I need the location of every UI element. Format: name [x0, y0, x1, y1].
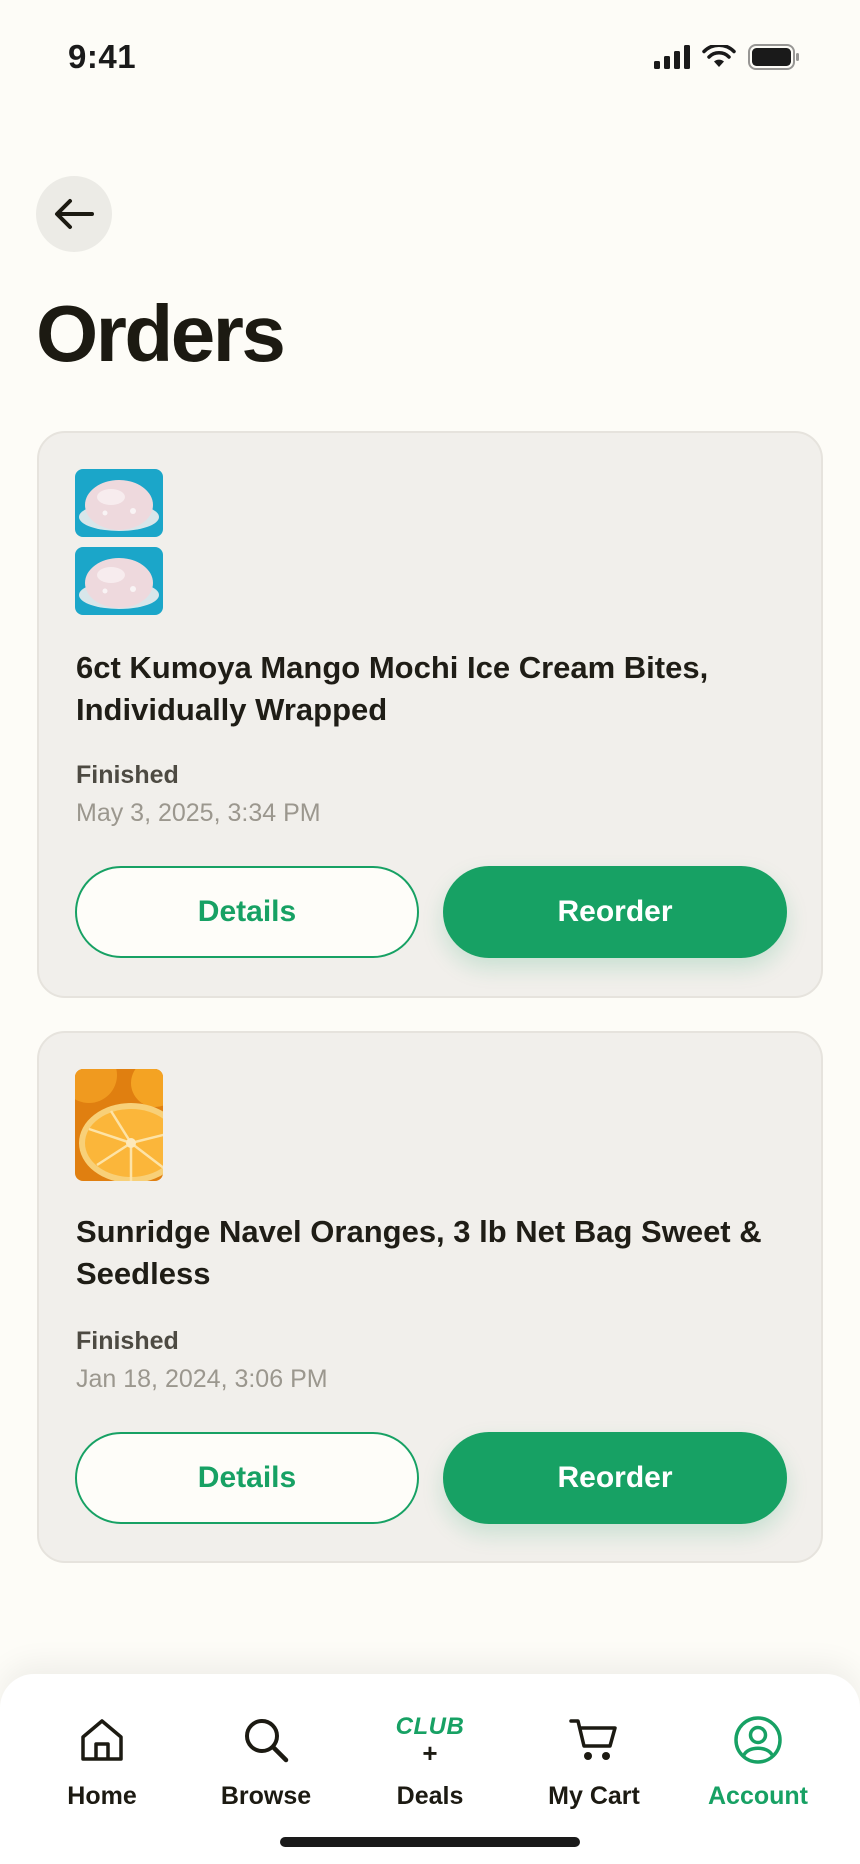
tab-deals[interactable]: CLUB + Deals — [350, 1710, 510, 1820]
order-card: Sunridge Navel Oranges, 3 lb Net Bag Swe… — [37, 1031, 823, 1563]
item-title: 6ct Kumoya Mango Mochi Ice Cream Bites, … — [76, 650, 709, 727]
home-indicator — [280, 1837, 580, 1847]
wifi-icon — [702, 45, 736, 67]
account-icon — [734, 1716, 782, 1764]
tab-account[interactable]: Account — [678, 1710, 838, 1820]
tab-label: Account — [708, 1782, 808, 1810]
status-bar: 9:41 — [0, 0, 860, 120]
tab-cart[interactable]: My Cart — [514, 1710, 674, 1820]
order-card: 6ct Kumoya Mango Mochi Ice Cream Bites, … — [37, 431, 823, 998]
status-time: 9:41 — [68, 38, 137, 75]
status-icons — [654, 44, 800, 70]
tab-label: Home — [67, 1782, 137, 1810]
details-button[interactable]: Details — [75, 866, 419, 958]
product-thumbnail[interactable] — [75, 547, 163, 615]
cellular-signal-icon — [654, 45, 690, 69]
back-button[interactable] — [36, 176, 112, 252]
search-icon — [245, 1719, 289, 1763]
tab-home[interactable]: Home — [22, 1710, 182, 1820]
order-status: Finished — [76, 761, 179, 789]
cart-icon — [569, 1719, 617, 1760]
product-thumbnail[interactable] — [75, 1069, 163, 1181]
battery-icon — [748, 44, 799, 70]
order-date: Jan 18, 2024, 3:06 PM — [76, 1365, 328, 1393]
item-title: Sunridge Navel Oranges, 3 lb Net Bag Swe… — [76, 1214, 762, 1291]
home-icon — [81, 1719, 123, 1761]
club-plus-logo: CLUB + — [395, 1713, 465, 1768]
product-thumbnail[interactable] — [75, 469, 163, 537]
arrow-left-icon — [55, 199, 94, 229]
tab-label: Deals — [396, 1782, 464, 1810]
tab-label: Browse — [220, 1782, 312, 1810]
tab-label: My Cart — [548, 1782, 640, 1810]
page-title: Orders — [36, 289, 286, 378]
reorder-button[interactable]: Reorder — [443, 866, 787, 958]
order-date: May 3, 2025, 3:34 PM — [76, 799, 321, 827]
tab-bar: Home Browse CLUB + Deals My Cart Account — [0, 1674, 860, 1864]
tab-browse[interactable]: Browse — [186, 1710, 346, 1820]
orders-screen: 9:41 Orders 6ct Kumoya Mango Mochi Ice C… — [0, 0, 860, 1864]
details-button[interactable]: Details — [75, 1432, 419, 1524]
reorder-button[interactable]: Reorder — [443, 1432, 787, 1524]
order-status: Finished — [76, 1327, 179, 1355]
